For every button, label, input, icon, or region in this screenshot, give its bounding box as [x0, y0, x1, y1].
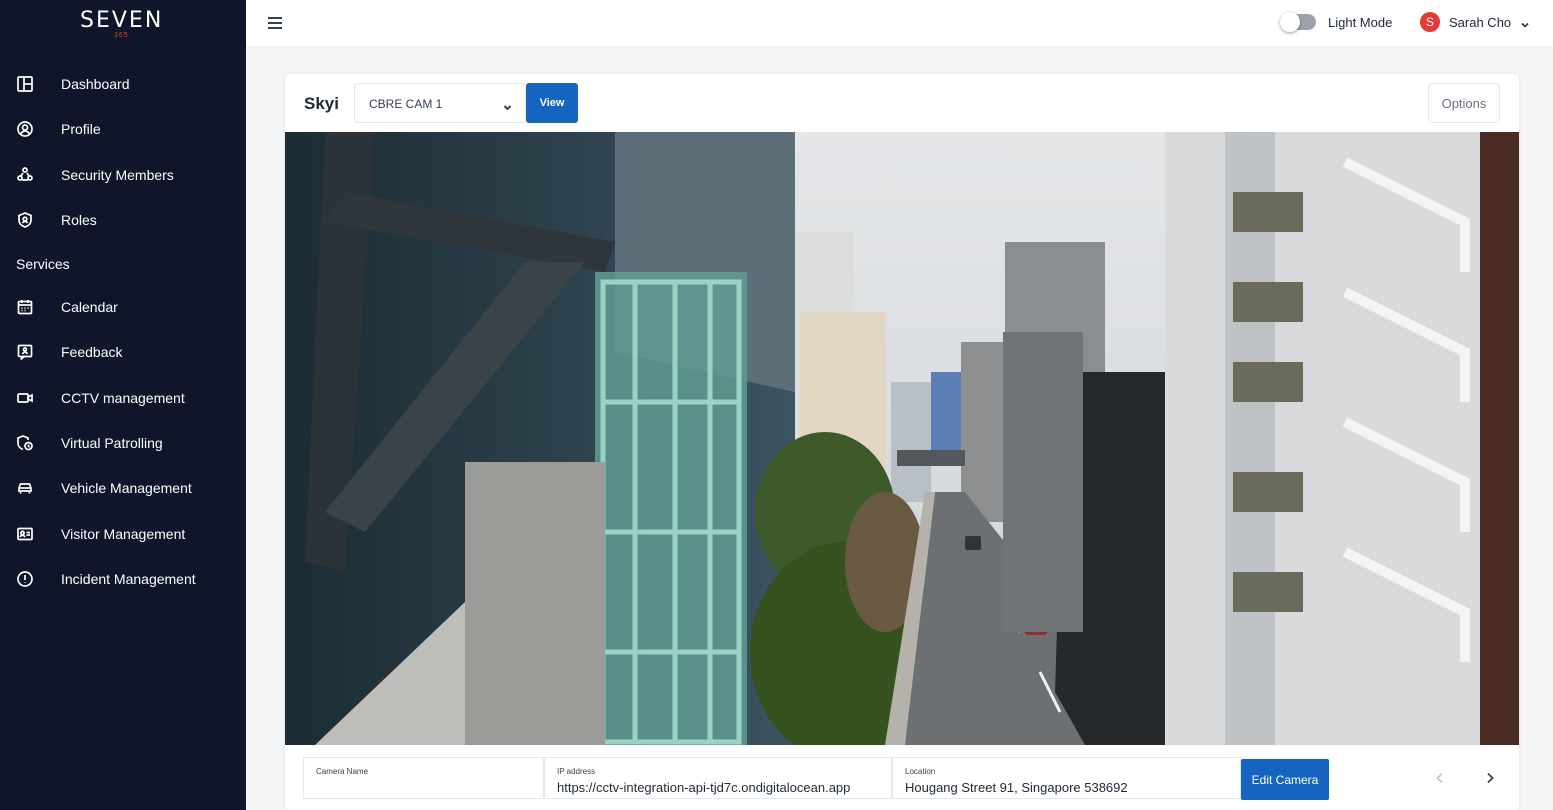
sidebar-item-roles[interactable]: Roles: [0, 200, 246, 240]
sidebar-item-label: Feedback: [61, 344, 123, 360]
shield-icon: [16, 211, 34, 229]
services-section-label: Services: [16, 256, 70, 272]
logo-text: SEVEN: [80, 8, 164, 33]
camera-name-label: Camera Name: [316, 767, 369, 776]
sidebar-item-vehicle-management[interactable]: Vehicle Management: [0, 468, 246, 508]
ip-address-value: https://cctv-integration-api-tjd7c.ondig…: [557, 780, 851, 795]
camera-select-value: CBRE CAM 1: [369, 97, 443, 111]
page-title: Skyi: [304, 94, 339, 113]
sidebar-item-label: Virtual Patrolling: [61, 435, 163, 451]
location-label: Location: [905, 767, 936, 776]
dashboard-icon: [16, 75, 34, 93]
sidebar-item-label: Calendar: [61, 299, 118, 315]
options-button[interactable]: Options: [1428, 83, 1500, 123]
sidebar-item-visitor-management[interactable]: Visitor Management: [0, 514, 246, 554]
avatar[interactable]: S: [1420, 12, 1440, 32]
sidebar-item-dashboard[interactable]: Dashboard: [0, 64, 246, 104]
sidebar: SEVEN 365 Dashboard Profile Security Mem…: [0, 0, 246, 810]
sidebar-item-profile[interactable]: Profile: [0, 109, 246, 149]
sidebar-item-security-members[interactable]: Security Members: [0, 155, 246, 195]
logo-sub: 365: [114, 32, 129, 39]
hamburger-menu-icon[interactable]: [266, 14, 284, 32]
camera-name-field[interactable]: Camera Name: [303, 757, 544, 799]
sidebar-item-label: Security Members: [61, 167, 174, 183]
car-icon: [16, 479, 34, 497]
sidebar-item-label: Profile: [61, 121, 101, 137]
view-button[interactable]: View: [526, 83, 578, 123]
chevron-down-icon[interactable]: [1520, 17, 1530, 28]
sidebar-item-label: Vehicle Management: [61, 480, 192, 496]
calendar-icon: [16, 298, 34, 316]
ip-address-field[interactable]: IP address https://cctv-integration-api-…: [544, 757, 892, 799]
avatar-initial: S: [1425, 15, 1434, 29]
brand-logo[interactable]: SEVEN 365: [80, 8, 170, 39]
camera-info-bar: Camera Name IP address https://cctv-inte…: [303, 757, 1329, 799]
chevron-right-icon[interactable]: [1483, 771, 1497, 785]
chevron-down-icon: [503, 99, 512, 111]
patrol-icon: [16, 434, 34, 452]
sidebar-item-calendar[interactable]: Calendar: [0, 287, 246, 327]
sidebar-item-label: Dashboard: [61, 76, 130, 92]
sidebar-item-label: CCTV management: [61, 390, 185, 406]
sidebar-item-label: Roles: [61, 212, 97, 228]
sidebar-item-feedback[interactable]: Feedback: [0, 332, 246, 372]
light-mode-toggle[interactable]: [1280, 12, 1316, 32]
sidebar-item-virtual-patrolling[interactable]: Virtual Patrolling: [0, 423, 246, 463]
sidebar-item-incident-management[interactable]: Incident Management: [0, 559, 246, 599]
toggle-knob: [1280, 12, 1300, 32]
sidebar-item-cctv-management[interactable]: CCTV management: [0, 378, 246, 418]
edit-camera-button[interactable]: Edit Camera: [1241, 759, 1329, 800]
camera-feed: [285, 132, 1519, 745]
video-camera-icon: [16, 389, 34, 407]
location-field[interactable]: Location Hougang Street 91, Singapore 53…: [892, 757, 1241, 799]
camera-select[interactable]: CBRE CAM 1: [354, 83, 526, 123]
sidebar-item-label: Visitor Management: [61, 526, 186, 542]
sidebar-item-label: Incident Management: [61, 571, 196, 587]
chevron-left-icon[interactable]: [1433, 771, 1447, 785]
ip-address-label: IP address: [557, 767, 596, 776]
light-mode-label: Light Mode: [1328, 15, 1393, 30]
id-card-icon: [16, 525, 34, 543]
topbar: Light Mode S Sarah Cho: [246, 0, 1553, 46]
security-members-icon: [16, 166, 34, 184]
alert-circle-icon: [16, 570, 34, 588]
user-name[interactable]: Sarah Cho: [1449, 15, 1511, 30]
feedback-icon: [16, 343, 34, 361]
camera-card: Skyi CBRE CAM 1 View Options Camera Name…: [285, 74, 1519, 810]
profile-icon: [16, 120, 34, 138]
location-value: Hougang Street 91, Singapore 538692: [905, 780, 1128, 795]
